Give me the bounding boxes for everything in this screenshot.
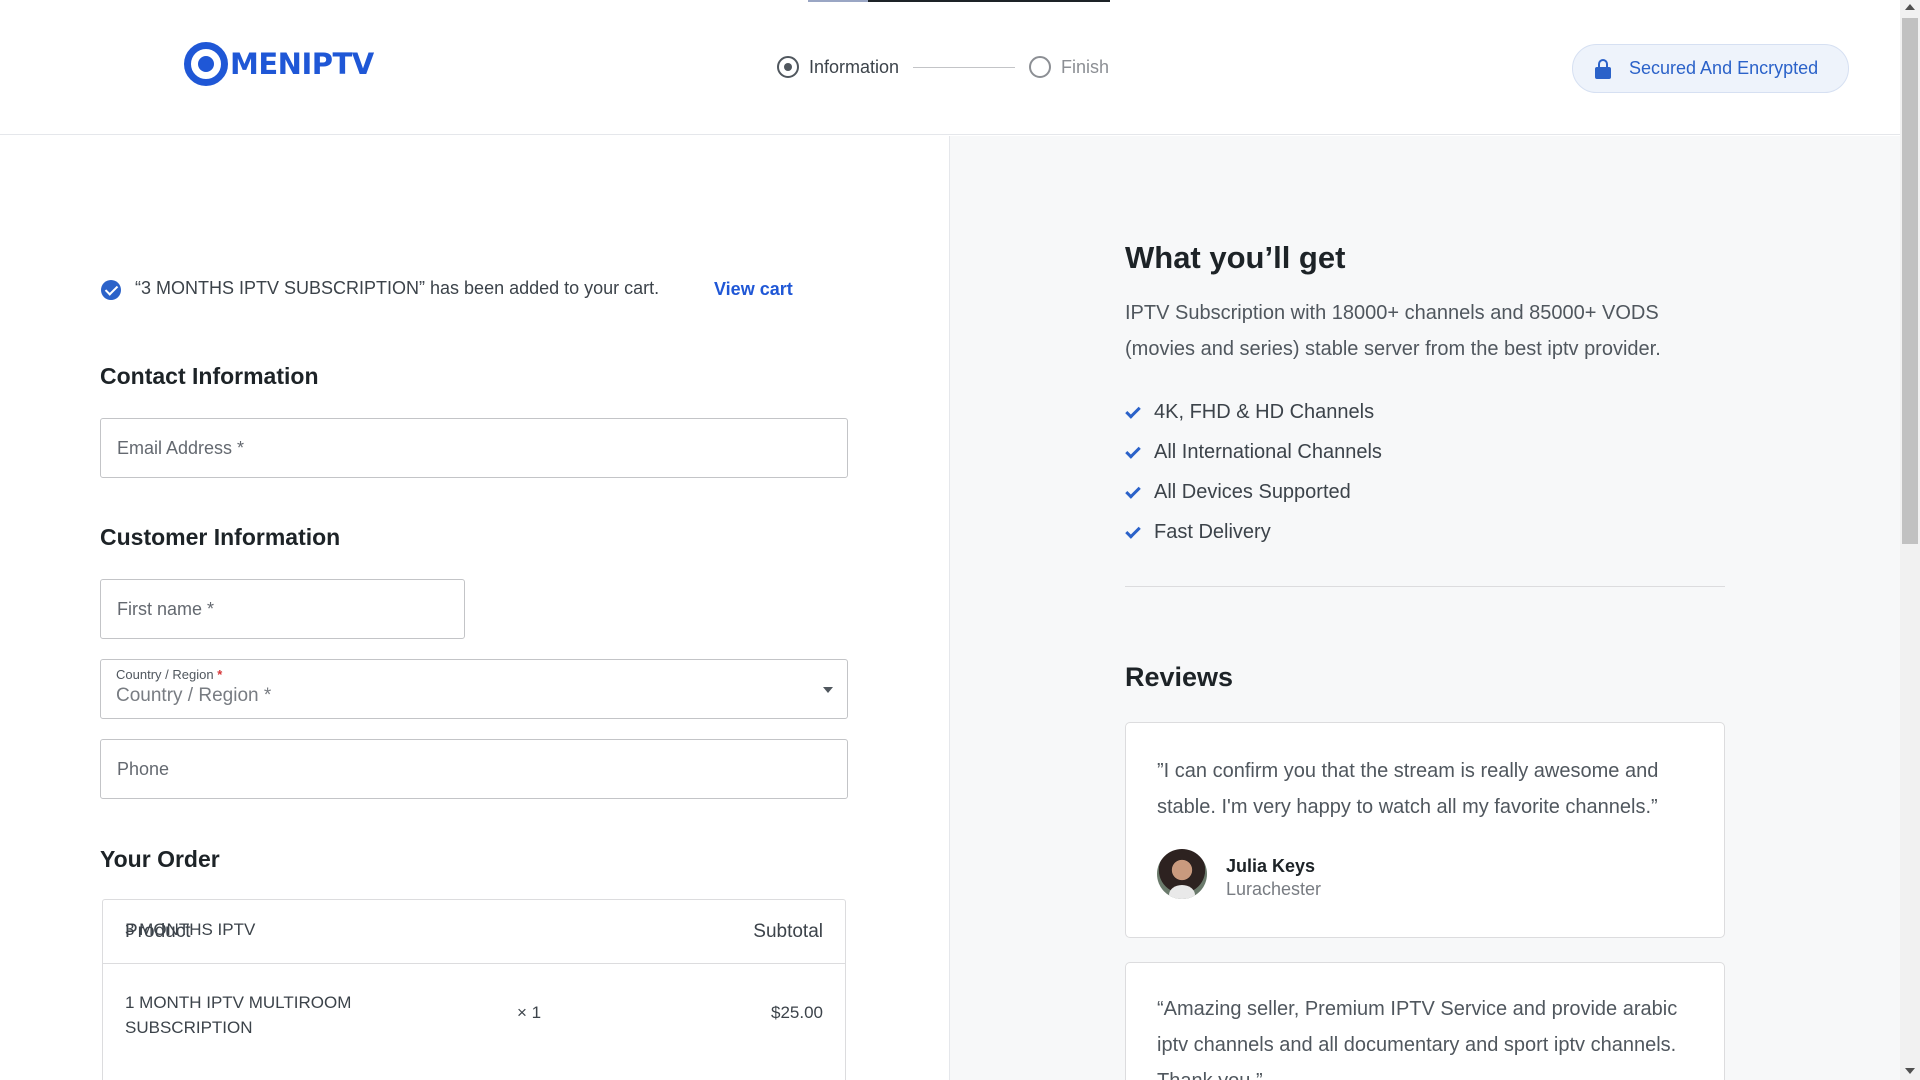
page-scrollbar[interactable] bbox=[1900, 0, 1920, 1080]
step-finish: Finish bbox=[1029, 56, 1109, 78]
reviews-title: Reviews bbox=[1125, 662, 1234, 692]
avatar bbox=[1157, 849, 1207, 899]
scroll-up-icon[interactable] bbox=[1905, 4, 1915, 10]
order-item-qty: × 1 bbox=[517, 1003, 542, 1022]
checkout-form-column: “3 MONTHS IPTV SUBSCRIPTION” has been ad… bbox=[0, 136, 949, 1080]
order-table: Product Subtotal 1 MONTH IPTV MULTIROOM … bbox=[102, 899, 846, 1080]
col-subtotal: Subtotal bbox=[753, 920, 823, 942]
benefits-description: IPTV Subscription with 18000+ channels a… bbox=[1125, 302, 1661, 360]
cart-notice-message: “3 MONTHS IPTV SUBSCRIPTION” has been ad… bbox=[135, 278, 660, 298]
phone-field-wrapper bbox=[100, 739, 848, 799]
first-name-input[interactable] bbox=[101, 580, 464, 638]
country-label: Country / Region * bbox=[116, 667, 223, 682]
list-item: All International Channels bbox=[1125, 432, 1382, 472]
section-divider bbox=[1125, 586, 1725, 587]
radio-active-icon bbox=[777, 56, 799, 78]
radio-inactive-icon bbox=[1029, 56, 1052, 78]
review-card: ”I can confirm you that the stream is re… bbox=[1125, 722, 1725, 938]
first-name-field-wrapper bbox=[100, 579, 465, 639]
table-row: 1 MONTH IPTV MULTIROOM SUBSCRIPTION × 1 … bbox=[103, 964, 845, 1064]
list-item: All Devices Supported bbox=[1125, 472, 1382, 512]
step-label: Finish bbox=[1061, 56, 1110, 77]
review-card: “Amazing seller, Premium IPTV Service an… bbox=[1125, 962, 1725, 1080]
feature-label: All International Channels bbox=[1154, 440, 1382, 463]
review-quote: ”I can confirm you that the stream is re… bbox=[1157, 760, 1659, 818]
your-order-title: Your Order bbox=[100, 846, 220, 872]
checkout-header: MENIPTV Information Finish Secured And E… bbox=[0, 0, 1900, 135]
feature-label: 4K, FHD & HD Channels bbox=[1154, 400, 1375, 423]
checkmark-icon bbox=[1125, 405, 1140, 420]
site-logo[interactable]: MENIPTV bbox=[184, 42, 374, 86]
feature-label: All Devices Supported bbox=[1154, 480, 1351, 503]
feature-list: 4K, FHD & HD Channels All International … bbox=[1125, 392, 1382, 552]
benefits-title: What you’ll get bbox=[1125, 240, 1346, 275]
benefits-column: What you’ll get IPTV Subscription with 1… bbox=[949, 136, 1900, 1080]
phone-input[interactable] bbox=[101, 740, 847, 798]
country-selected-value: Country / Region * bbox=[116, 685, 272, 706]
order-item-price: $25.00 bbox=[771, 1003, 823, 1022]
lock-icon bbox=[1595, 58, 1611, 79]
list-item: 4K, FHD & HD Channels bbox=[1125, 392, 1382, 432]
review-quote: “Amazing seller, Premium IPTV Service an… bbox=[1157, 998, 1678, 1080]
contact-info-title: Contact Information bbox=[100, 363, 319, 389]
checkout-steps: Information Finish bbox=[777, 54, 1109, 80]
step-information: Information bbox=[777, 56, 899, 78]
country-select[interactable]: Country / Region * Country / Region * bbox=[100, 659, 848, 719]
secure-badge-label: Secured And Encrypted bbox=[1629, 58, 1819, 78]
step-connector bbox=[913, 66, 1016, 68]
logo-text: MENIPTV bbox=[230, 47, 374, 81]
scroll-down-icon[interactable] bbox=[1905, 1068, 1915, 1074]
checkmark-icon bbox=[1125, 525, 1140, 540]
order-item-product: 3 MONTHS IPTV bbox=[125, 920, 256, 939]
customer-info-title: Customer Information bbox=[100, 524, 341, 550]
order-item-product: 1 MONTH IPTV MULTIROOM SUBSCRIPTION bbox=[125, 993, 352, 1037]
secure-badge: Secured And Encrypted bbox=[1572, 44, 1849, 93]
scroll-thumb[interactable] bbox=[1902, 18, 1918, 544]
email-input[interactable] bbox=[101, 419, 847, 477]
feature-label: Fast Delivery bbox=[1154, 520, 1271, 543]
reviewer-name: Julia Keys bbox=[1226, 856, 1316, 876]
checkmark-icon bbox=[1125, 485, 1140, 500]
reviewer-location: Lurachester bbox=[1226, 879, 1322, 899]
top-progress-bar bbox=[808, 0, 1110, 2]
chevron-down-icon bbox=[823, 687, 833, 693]
logo-icon bbox=[184, 42, 228, 86]
view-cart-link[interactable]: View cart bbox=[714, 279, 793, 300]
list-item: Fast Delivery bbox=[1125, 512, 1382, 552]
check-circle-icon bbox=[101, 280, 121, 300]
checkmark-icon bbox=[1125, 445, 1140, 460]
step-label: Information bbox=[809, 56, 900, 77]
email-field-wrapper bbox=[100, 418, 848, 478]
